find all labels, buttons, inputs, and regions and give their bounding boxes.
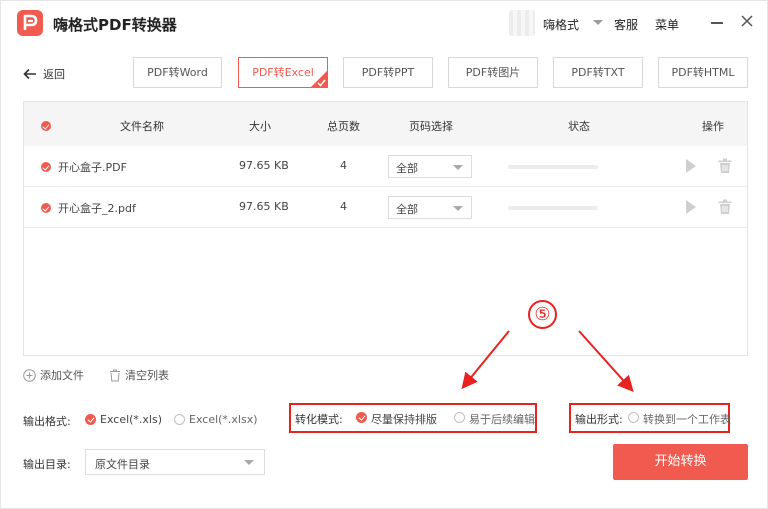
app-window: 嗨格式PDF转换器 嗨格式 客服 菜单 返回 PDF转Word PDF转Exce… xyxy=(0,0,768,509)
annotation-arrows xyxy=(461,330,634,392)
annotation-marker: ⑤ xyxy=(528,300,557,329)
annotation-arrow xyxy=(461,330,510,390)
annotation-arrow xyxy=(578,330,634,392)
